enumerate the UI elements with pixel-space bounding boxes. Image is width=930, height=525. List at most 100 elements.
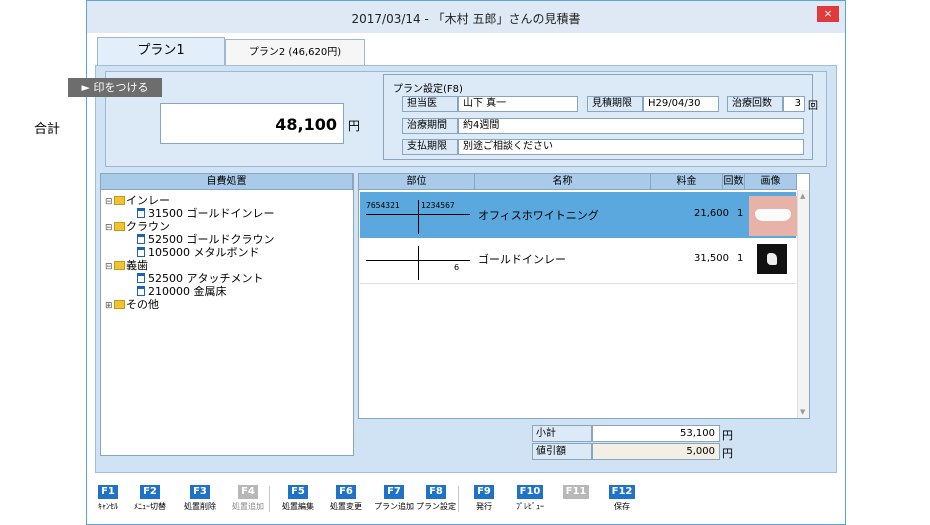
column-header-image: 画像 <box>745 174 797 190</box>
column-header-name: 名称 <box>475 174 651 190</box>
fkey-badge: F5 <box>288 485 308 499</box>
tooth-upper-left: 1234567 <box>421 201 455 210</box>
tree-leaf-metal-plate[interactable]: 210000 金属床 <box>137 285 227 298</box>
teeth-shape <box>755 209 791 221</box>
tree-leaf-label: 210000 金属床 <box>148 285 227 298</box>
tab-plan1[interactable]: プラン1 <box>97 37 225 67</box>
inlay-shape <box>767 253 777 265</box>
fkey-label: 保存 <box>614 502 630 511</box>
f4-add-treatment-button[interactable]: F4 処置追加 <box>220 484 276 512</box>
column-header-site: 部位 <box>359 174 475 190</box>
folder-icon <box>114 196 125 205</box>
tooth-upper-right: 7654321 <box>366 201 400 210</box>
tree-node-label: 義歯 <box>126 259 148 272</box>
document-icon <box>137 234 145 244</box>
tooth-chart: 6 <box>366 242 470 282</box>
column-header-count: 回数 <box>723 174 745 190</box>
scroll-down-icon[interactable]: ▼ <box>800 408 805 416</box>
window-title: 2017/03/14 - 「木村 五郎」さんの見積書 <box>351 12 581 26</box>
tooth-chart-vline <box>418 246 419 280</box>
collapse-icon[interactable]: ⊟ <box>105 196 114 209</box>
fkey-badge: F10 <box>516 485 544 499</box>
close-button[interactable]: × <box>817 6 839 22</box>
treatment-name: オフィスホワイトニング <box>478 209 599 222</box>
teeth-photo-image[interactable] <box>749 196 797 236</box>
fkey-label: ﾒﾆｭｰ切替 <box>134 502 166 511</box>
tree-leaf-label: 52500 アタッチメント <box>148 272 264 285</box>
folder-icon <box>114 222 125 231</box>
fkey-badge: F1 <box>98 485 118 499</box>
tree-leaf-label: 31500 ゴールドインレー <box>148 207 275 220</box>
f2-menu-switch-button[interactable]: F2 ﾒﾆｭｰ切替 <box>122 484 178 512</box>
total-field: 48,100 <box>160 103 344 144</box>
doctor-field[interactable]: 山下 真一 <box>458 96 578 112</box>
total-value: 48,100 <box>275 115 337 134</box>
folder-icon <box>114 261 125 270</box>
visits-unit: 回 <box>808 101 818 112</box>
validity-label: 見積期限 <box>587 96 643 112</box>
period-label: 治療期間 <box>402 118 458 134</box>
discount-unit: 円 <box>722 447 733 460</box>
fkey-badge: F11 <box>562 485 590 499</box>
treatment-price: 21,600 <box>694 208 729 219</box>
fkey-badge: F2 <box>140 485 160 499</box>
table-row[interactable]: 6 ゴールドインレー 31,500 1 <box>360 238 796 284</box>
document-icon <box>137 286 145 296</box>
fkey-badge: F9 <box>474 485 494 499</box>
tree-header: 自費処置 <box>101 174 353 190</box>
total-unit: 円 <box>348 119 361 133</box>
fkey-badge: F7 <box>384 485 404 499</box>
folder-icon <box>114 300 125 309</box>
payment-label: 支払期限 <box>402 139 458 155</box>
subtotal-value: 53,100 <box>592 425 720 442</box>
table-row[interactable]: 7654321 1234567 オフィスホワイトニング 21,600 1 <box>360 192 797 238</box>
expand-icon[interactable]: ⊞ <box>105 300 114 313</box>
tree-leaf-gold-crown[interactable]: 52500 ゴールドクラウン <box>137 233 275 246</box>
tooth-lower-left: 6 <box>454 263 460 272</box>
document-icon <box>137 273 145 283</box>
period-field[interactable]: 約4週間 <box>458 118 804 134</box>
tree-leaf-metal-bond[interactable]: 105000 メタルボンド <box>137 246 260 259</box>
treatment-tree: 自費処置 ⊟ インレー 31500 ゴールドインレー ⊟ クラウン 52500 ゴー… <box>100 173 354 456</box>
tab-plan2[interactable]: プラン2 (46,620円) <box>225 39 365 67</box>
treatment-count: 1 <box>737 208 744 219</box>
fkey-badge: F6 <box>336 485 356 499</box>
grid-scrollbar[interactable]: ▲ ▼ <box>797 190 809 418</box>
fkey-badge: F3 <box>190 485 210 499</box>
discount-label: 値引額 <box>532 443 592 460</box>
treatment-name: ゴールドインレー <box>478 253 566 266</box>
tree-leaf-gold-inlay[interactable]: 31500 ゴールドインレー <box>137 207 275 220</box>
tooth-chart-vline <box>418 200 419 234</box>
tree-leaf-label: 105000 メタルボンド <box>148 246 260 259</box>
validity-field[interactable]: H29/04/30 <box>643 96 719 112</box>
tree-leaf-label: 52500 ゴールドクラウン <box>148 233 275 246</box>
treatment-count: 1 <box>737 253 744 264</box>
tree-node-label: その他 <box>126 298 159 311</box>
fkey-label: 処置追加 <box>232 502 264 511</box>
treatment-grid: 部位 名称 料金 回数 画像 7654321 1234567 オフィスホワイトニ… <box>358 173 810 419</box>
total-label: 合計 <box>34 122 61 137</box>
scroll-up-icon[interactable]: ▲ <box>800 192 805 200</box>
visits-field[interactable]: 3 <box>783 96 805 112</box>
doctor-label: 担当医 <box>402 96 458 112</box>
visits-label: 治療回数 <box>727 96 783 112</box>
inlay-photo-image[interactable] <box>757 244 787 274</box>
collapse-icon[interactable]: ⊟ <box>105 261 114 274</box>
tree-node-label: インレー <box>126 194 170 207</box>
f12-save-button[interactable]: F12 保存 <box>594 484 650 512</box>
collapse-icon[interactable]: ⊟ <box>105 222 114 235</box>
tree-node-other[interactable]: ⊞ その他 <box>105 298 159 313</box>
stamp-button[interactable]: ► 印をつける <box>68 78 162 97</box>
document-icon <box>137 208 145 218</box>
subtotal-unit: 円 <box>722 429 733 442</box>
fkey-badge: F12 <box>608 485 636 499</box>
column-header-price: 料金 <box>651 174 723 190</box>
title-bar: 2017/03/14 - 「木村 五郎」さんの見積書 × <box>87 1 845 33</box>
fkey-badge: F4 <box>238 485 258 499</box>
fkey-label: ﾌﾟﾚﾋﾞｭｰ <box>516 502 544 511</box>
payment-field[interactable]: 別途ご相談ください <box>458 139 804 155</box>
subtotal-label: 小計 <box>532 425 592 442</box>
tooth-chart: 7654321 1234567 <box>366 196 470 236</box>
tree-leaf-attachment[interactable]: 52500 アタッチメント <box>137 272 264 285</box>
discount-value[interactable]: 5,000 <box>592 443 720 460</box>
